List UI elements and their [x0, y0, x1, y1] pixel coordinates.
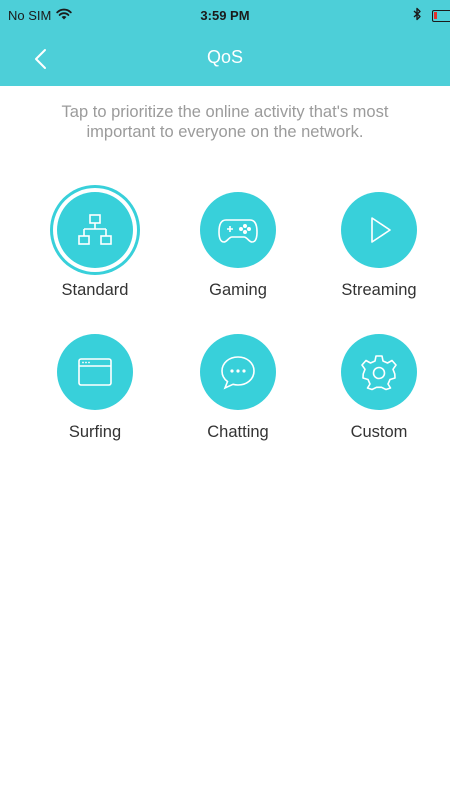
option-circle	[341, 334, 417, 410]
gamepad-icon	[216, 210, 260, 250]
option-label: Streaming	[341, 281, 417, 299]
option-circle	[57, 334, 133, 410]
option-label: Surfing	[68, 423, 122, 441]
option-label: Custom	[350, 423, 408, 441]
network-icon	[75, 210, 115, 250]
option-circle	[57, 192, 133, 268]
option-circle	[200, 334, 276, 410]
browser-window-icon	[75, 352, 115, 392]
option-label: Gaming	[209, 281, 267, 299]
play-icon	[359, 210, 399, 250]
qos-options: Standard Gaming Streaming Surfing Chatti…	[0, 0, 450, 811]
gear-icon	[359, 352, 399, 392]
option-circle	[341, 192, 417, 268]
option-circle	[200, 192, 276, 268]
option-label: Chatting	[207, 423, 269, 441]
option-label: Standard	[61, 281, 129, 299]
chat-bubble-icon	[218, 352, 258, 392]
